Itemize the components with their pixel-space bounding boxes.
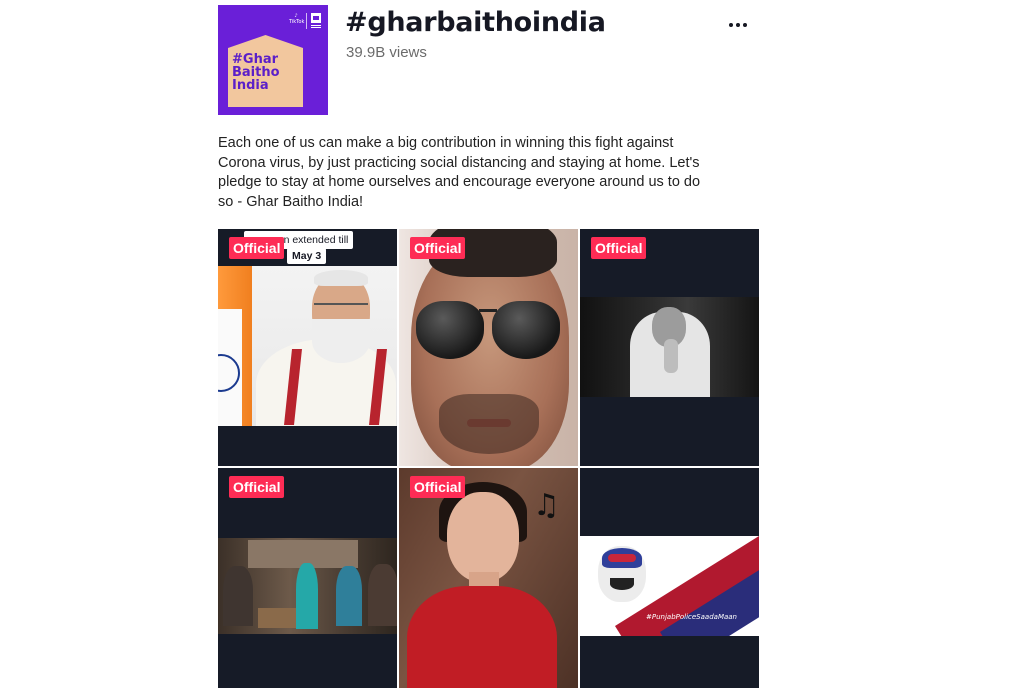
video-caption-date: May 3 [287,248,327,264]
video-grid: wn extended till May 3 Official Official… [218,229,759,688]
hashtag-header: ♪ TikTok #Ghar Baitho India #gharbaithoin… [218,5,758,115]
sunglasses [416,301,484,359]
video-tile-2[interactable]: Official [399,229,578,466]
video-tile-1[interactable]: wn extended till May 3 Official [218,229,397,466]
video-tile-4[interactable]: Official [218,468,397,688]
official-badge: Official [410,476,466,498]
hashtag-views: 39.9B views [346,44,427,61]
official-badge: Official [229,476,285,498]
punjab-police-graphic: #PunjabPoliceSaadaMaan [580,536,759,636]
video-tile-6[interactable]: #PunjabPoliceSaadaMaan [580,468,759,688]
hashtag-cover-image: ♪ TikTok #Ghar Baitho India [218,5,328,115]
more-dots-icon [729,23,733,27]
more-options-button[interactable] [723,15,753,35]
cover-text: #Ghar Baitho India [232,52,280,93]
tiktok-logo-icon: ♪ TikTok [289,13,305,25]
undp-logo-icon [310,13,322,29]
official-badge: Official [410,237,466,259]
video-overlay-tag: #PunjabPoliceSaadaMaan [646,613,737,621]
cover-logos: ♪ TikTok [288,11,322,31]
music-note-icon: ♫ [533,488,560,523]
video-tile-5[interactable]: ♫ Official [399,468,578,688]
official-badge: Official [591,237,647,259]
hashtag-title: #gharbaithoindia [345,7,606,38]
video-tile-3[interactable]: Official [580,229,759,466]
official-badge: Official [229,237,285,259]
hashtag-description: Each one of us can make a big contributi… [218,135,701,210]
